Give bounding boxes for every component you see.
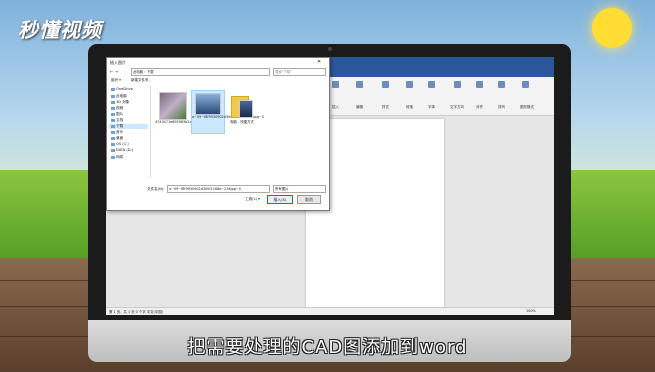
search-input[interactable]: 搜索"下载" bbox=[273, 68, 326, 76]
desktop-icon bbox=[111, 136, 115, 140]
ribbon-icon[interactable] bbox=[476, 81, 483, 88]
shortcut-thumbnail[interactable] bbox=[239, 100, 253, 118]
ribbon-icon[interactable] bbox=[406, 81, 413, 88]
back-arrow-icon[interactable]: ← → bbox=[110, 69, 118, 74]
ribbon-label: 段落 bbox=[406, 105, 413, 109]
address-bar[interactable]: 此电脑 › 下载 bbox=[131, 68, 270, 76]
ribbon-icon[interactable] bbox=[454, 81, 461, 88]
ribbon-label: 对齐 bbox=[476, 105, 483, 109]
screen: 插入 编辑 样式 段落 字体 文字方向 对齐 排列 图形格式 第 1 页，共 1… bbox=[106, 57, 554, 315]
nav-item[interactable]: 图片 bbox=[111, 112, 123, 117]
computer-icon bbox=[111, 94, 115, 98]
ribbon-icon[interactable] bbox=[332, 81, 339, 88]
nav-item-selected[interactable]: 下载 bbox=[109, 124, 148, 129]
network-icon bbox=[111, 155, 115, 159]
drive-icon bbox=[111, 148, 115, 152]
nav-item[interactable]: 桌面 bbox=[111, 136, 123, 141]
insert-button[interactable]: 插入(S) bbox=[267, 195, 293, 204]
cancel-button[interactable]: 取消 bbox=[297, 195, 321, 204]
new-folder-button[interactable]: 新建文件夹 bbox=[131, 78, 149, 83]
nav-item[interactable]: 视频 bbox=[111, 106, 123, 111]
ribbon-label: 插入 bbox=[332, 105, 339, 109]
status-bar: 第 1 页，共 1 页 0 个字 中文(中国) 100% bbox=[106, 307, 554, 315]
filetype-select[interactable]: 所有图片 bbox=[273, 185, 326, 193]
dialog-title: 插入图片 bbox=[110, 60, 126, 65]
ribbon-label: 样式 bbox=[382, 105, 389, 109]
navigation-pane: OneDrive 此电脑 3D 对象 视频 图片 文档 下载 音乐 桌面 OS … bbox=[108, 86, 151, 178]
nav-item[interactable]: DATA (D:) bbox=[111, 148, 133, 152]
download-icon bbox=[111, 124, 115, 128]
cloud-icon bbox=[111, 87, 115, 91]
ribbon-icon[interactable] bbox=[382, 81, 389, 88]
tools-menu[interactable]: 工具(L) ▾ bbox=[245, 197, 260, 202]
ribbon-label: 排列 bbox=[498, 105, 505, 109]
file-thumbnail[interactable] bbox=[159, 92, 187, 120]
subtitle-caption: 把需要处理的CAD图添加到word bbox=[187, 337, 468, 358]
nav-item[interactable]: 此电脑 bbox=[111, 94, 127, 99]
filename-input[interactable]: a~09~f8f9930902d300f1168b~236jpg~0 bbox=[167, 185, 270, 193]
ribbon-label: 编辑 bbox=[356, 105, 363, 109]
brand-logo: 秒懂视频 bbox=[18, 18, 102, 42]
file-name: 4743471e695983b2e10c bbox=[155, 120, 198, 124]
nav-item[interactable]: 音乐 bbox=[111, 130, 123, 135]
ribbon-label: 字体 bbox=[428, 105, 435, 109]
file-name: 电脑 - 快捷方式 bbox=[230, 120, 254, 124]
close-icon[interactable]: ✕ bbox=[317, 59, 321, 65]
nav-item[interactable]: 文档 bbox=[111, 118, 123, 123]
nav-item[interactable]: OneDrive bbox=[111, 87, 133, 91]
nav-item[interactable]: OS (C:) bbox=[111, 142, 129, 146]
ribbon-label: 文字方向 bbox=[450, 105, 464, 109]
document-icon bbox=[111, 118, 115, 122]
picture-icon bbox=[111, 112, 115, 116]
filename-label: 文件名(N): bbox=[147, 187, 165, 191]
organize-button[interactable]: 组织 ▾ bbox=[111, 78, 121, 83]
ribbon-icon[interactable] bbox=[522, 81, 529, 88]
insert-picture-dialog: 插入图片 ✕ ← → 此电脑 › 下载 搜索"下载" 组织 ▾ 新建文件夹 On… bbox=[106, 57, 330, 211]
zoom-level[interactable]: 100% bbox=[526, 309, 536, 313]
drive-icon bbox=[111, 142, 115, 146]
nav-item[interactable]: 3D 对象 bbox=[111, 100, 129, 105]
file-name: a~09~f8f9930902d300f1168b~236jpg~0 bbox=[192, 115, 264, 119]
ribbon-label: 图形格式 bbox=[520, 105, 534, 109]
nav-item[interactable]: 网络 bbox=[111, 155, 123, 160]
file-thumbnail[interactable] bbox=[195, 93, 221, 115]
status-text: 第 1 页，共 1 页 0 个字 中文(中国) bbox=[109, 310, 163, 314]
ribbon-icon[interactable] bbox=[428, 81, 435, 88]
ribbon-icon[interactable] bbox=[356, 81, 363, 88]
ribbon-icon[interactable] bbox=[498, 81, 505, 88]
music-icon bbox=[111, 130, 115, 134]
sun-icon bbox=[592, 8, 632, 48]
video-icon bbox=[111, 106, 115, 110]
cube-icon bbox=[111, 100, 115, 104]
camera-icon bbox=[328, 47, 332, 51]
